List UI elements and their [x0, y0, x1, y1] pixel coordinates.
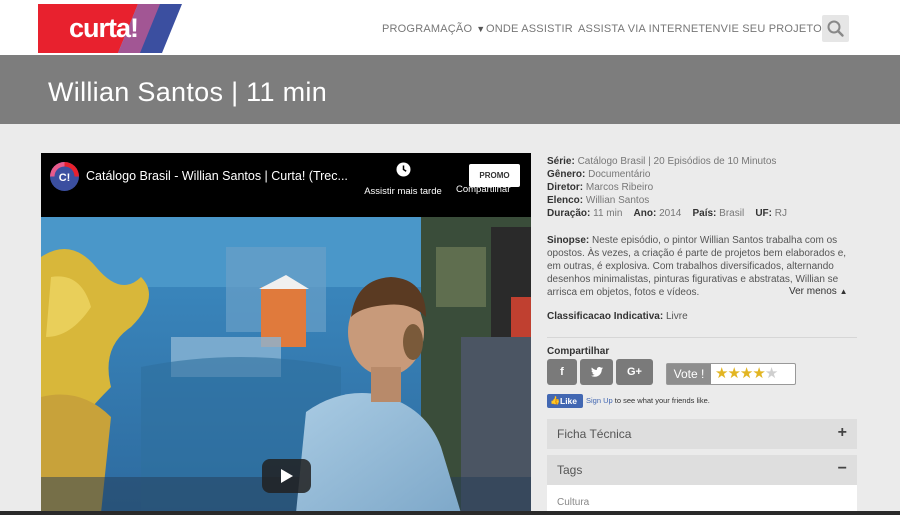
detail-diretor: Diretor: Marcos Ribeiro [547, 182, 654, 193]
twitter-share-button[interactable] [580, 359, 613, 385]
google-plus-share-button[interactable]: G+ [616, 359, 653, 385]
facebook-icon: f [560, 366, 564, 378]
accordion-ficha-tecnica[interactable]: Ficha Técnica + [547, 419, 857, 449]
vote-label: Vote ! [667, 364, 711, 384]
svg-text:C!: C! [59, 172, 71, 184]
page-title-bar: Willian Santos | 11 min [0, 55, 900, 124]
divider [547, 337, 857, 338]
nav-programacao[interactable]: PROGRAMAÇÃO ▼ [382, 23, 485, 35]
curta-logo[interactable]: curta! [38, 4, 182, 53]
clock-icon [396, 162, 410, 177]
thumbs-up-icon: 👍 [550, 396, 560, 405]
top-navbar: curta! PROGRAMAÇÃO ▼ ONDE ASSISTIR ASSIST… [0, 0, 900, 55]
accordion-title: Ficha Técnica [557, 427, 632, 441]
page-title: Willian Santos | 11 min [48, 77, 328, 107]
ver-menos-toggle[interactable]: Ver menos ▲ [789, 286, 848, 297]
star-icon[interactable]: ★ [752, 365, 765, 382]
detail-elenco: Elenco: Willian Santos [547, 195, 650, 206]
facebook-signup-text: Sign Up to see what your friends like. [586, 396, 710, 405]
svg-text:curta!: curta! [69, 13, 138, 43]
vote-widget[interactable]: Vote ! ★★★★★ [666, 363, 796, 385]
classification: Classificacao Indicativa: Livre [547, 311, 688, 322]
search-icon [827, 20, 844, 37]
channel-avatar[interactable]: C! [50, 162, 79, 191]
star-rating[interactable]: ★★★★★ [715, 365, 778, 383]
watch-later-label: Assistir mais tarde [364, 186, 442, 197]
star-icon[interactable]: ★ [765, 365, 778, 382]
chevron-down-icon: ▼ [476, 24, 486, 34]
plus-icon: + [837, 424, 847, 441]
video-player[interactable]: C! Catálogo Brasil - Willian Santos | Cu… [41, 153, 531, 513]
nav-onde-assistir[interactable]: ONDE ASSISTIR [486, 23, 573, 35]
detail-duracao-row: Duração: 11 min Ano: 2014 País: Brasil U… [547, 208, 787, 219]
video-thumbnail[interactable] [41, 217, 531, 513]
twitter-icon [590, 367, 603, 377]
play-button[interactable] [262, 459, 311, 493]
star-icon[interactable]: ★ [740, 365, 753, 382]
video-title[interactable]: Catálogo Brasil - Willian Santos | Curta… [86, 169, 351, 183]
video-top-bar: C! Catálogo Brasil - Willian Santos | Cu… [41, 153, 531, 217]
nav-assista-via-internet[interactable]: ASSISTA VIA INTERNET [578, 23, 705, 35]
facebook-signup-link[interactable]: Sign Up [586, 396, 613, 405]
detail-serie: Série: Catálogo Brasil | 20 Episódios de… [547, 156, 777, 167]
watch-later-button[interactable]: Assistir mais tarde [358, 162, 448, 197]
episode-details: Série: Catálogo Brasil | 20 Episódios de… [547, 155, 859, 220]
accordion-tags[interactable]: Tags − [547, 455, 857, 485]
detail-genero: Gênero: Documentário [547, 169, 651, 180]
accordion-title: Tags [557, 463, 583, 477]
facebook-like-button[interactable]: 👍 Like [547, 394, 583, 408]
search-button[interactable] [822, 15, 849, 42]
google-plus-icon: G+ [627, 366, 642, 378]
facebook-share-button[interactable]: f [547, 359, 577, 385]
star-icon[interactable]: ★ [715, 365, 728, 382]
caret-up-icon: ▲ [839, 287, 848, 296]
nav-envie-seu-projeto[interactable]: ENVIE SEU PROJETO [705, 23, 822, 35]
bottom-border [0, 511, 900, 515]
tag-link[interactable]: Cultura [557, 497, 589, 508]
share-heading: Compartilhar [547, 346, 610, 357]
minus-icon: − [837, 460, 847, 477]
play-icon [262, 459, 311, 493]
video-share-button[interactable]: Compartilhar [456, 184, 510, 195]
star-icon[interactable]: ★ [727, 365, 740, 382]
